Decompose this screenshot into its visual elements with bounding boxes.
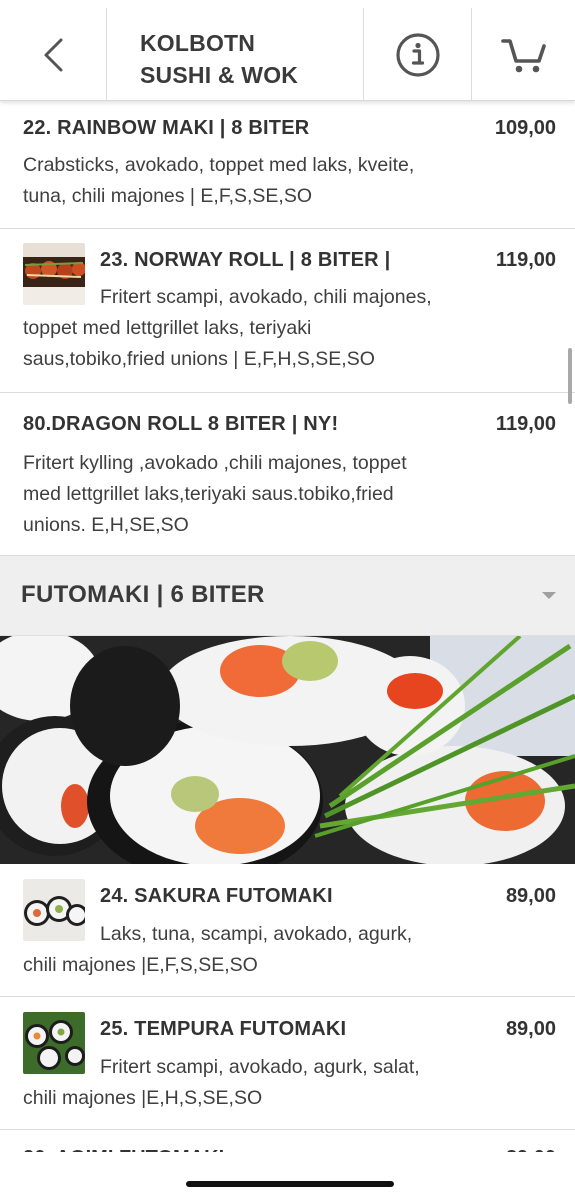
item-title: 25. TEMPURA FUTOMAKI <box>100 1018 347 1040</box>
item-title: 24. SAKURA FUTOMAKI <box>100 885 333 907</box>
item-description-line: Laks, tuna, scampi, avokado, agurk, <box>100 923 413 945</box>
item-price: 119,00 <box>495 249 556 271</box>
item-price: 109,00 <box>494 117 556 139</box>
cart-icon <box>500 38 546 72</box>
app-header: KOLBOTN SUSHI & WOK <box>0 0 575 101</box>
category-header-futomaki[interactable]: FUTOMAKI | 6 BITER <box>0 556 575 636</box>
item-description-line: med lettgrillet laks,teriyaki saus.tobik… <box>23 483 394 505</box>
item-description-line: unions. E,H,SE,SO <box>23 514 189 536</box>
menu-item[interactable]: 22. RAINBOW MAKI | 8 BITER 109,00 Crabst… <box>0 101 575 229</box>
info-icon <box>395 32 440 77</box>
item-description-line: saus,tobiko,fried unions | E,F,H,S,SE,SO <box>23 348 375 370</box>
item-description: Laks, tuna, scampi, avokado, agurk, chil… <box>23 919 525 981</box>
title-line-1: KOLBOTN <box>140 30 256 56</box>
menu-item[interactable]: 25. TEMPURA FUTOMAKI 89,00 Fritert scamp… <box>0 997 575 1130</box>
item-description-line: tuna, chili majones | E,F,S,SE,SO <box>23 185 313 207</box>
info-button[interactable] <box>364 8 472 101</box>
futomaki-photo <box>0 636 575 864</box>
home-indicator[interactable] <box>186 1181 394 1187</box>
category-title: FUTOMAKI | 6 BITER <box>21 581 265 608</box>
item-description-line: chili majones |E,H,S,SE,SO <box>23 1087 263 1109</box>
cart-button[interactable] <box>472 8 575 101</box>
item-description-line: Crabsticks, avokado, toppet med laks, kv… <box>23 154 415 176</box>
item-price: 89,00 <box>505 885 556 907</box>
item-title: 22. RAINBOW MAKI | 8 BITER <box>23 117 310 139</box>
chevron-left-icon <box>44 38 63 71</box>
menu-list: 22. RAINBOW MAKI | 8 BITER 109,00 Crabst… <box>0 101 575 1130</box>
bottom-safe-area <box>0 1152 575 1200</box>
item-description-line: toppet med lettgrillet laks, teriyaki <box>23 317 312 339</box>
chevron-down-icon <box>542 592 556 599</box>
restaurant-title: KOLBOTN SUSHI & WOK <box>107 8 364 101</box>
item-title: 80.DRAGON ROLL 8 BITER | NY! <box>23 413 339 435</box>
category-banner-image <box>0 636 575 864</box>
item-price: 89,00 <box>505 1018 556 1040</box>
menu-item[interactable]: 80.DRAGON ROLL 8 BITER | NY! 119,00 Frit… <box>0 393 575 556</box>
back-button[interactable] <box>0 8 107 101</box>
scrollbar[interactable] <box>568 348 572 404</box>
item-description-line: chili majones |E,F,S,SE,SO <box>23 954 258 976</box>
item-description-line: Fritert kylling ,avokado ,chili majones,… <box>23 452 407 474</box>
menu-item[interactable]: 24. SAKURA FUTOMAKI 89,00 Laks, tuna, sc… <box>0 864 575 997</box>
title-line-2: SUSHI & WOK <box>140 62 299 88</box>
item-title: 23. NORWAY ROLL | 8 BITER | <box>100 249 391 271</box>
item-description: Fritert scampi, avokado, chili majones, … <box>23 282 535 375</box>
item-description: Fritert kylling ,avokado ,chili majones,… <box>23 448 535 541</box>
item-description-line: Fritert scampi, avokado, chili majones, <box>100 286 432 308</box>
item-description: Fritert scampi, avokado, agurk, salat, c… <box>23 1052 525 1114</box>
item-price: 119,00 <box>495 413 556 435</box>
item-description-line: Fritert scampi, avokado, agurk, salat, <box>100 1056 420 1078</box>
menu-item[interactable]: 23. NORWAY ROLL | 8 BITER | 119,00 Frite… <box>0 229 575 393</box>
item-description: Crabsticks, avokado, toppet med laks, kv… <box>23 150 525 212</box>
